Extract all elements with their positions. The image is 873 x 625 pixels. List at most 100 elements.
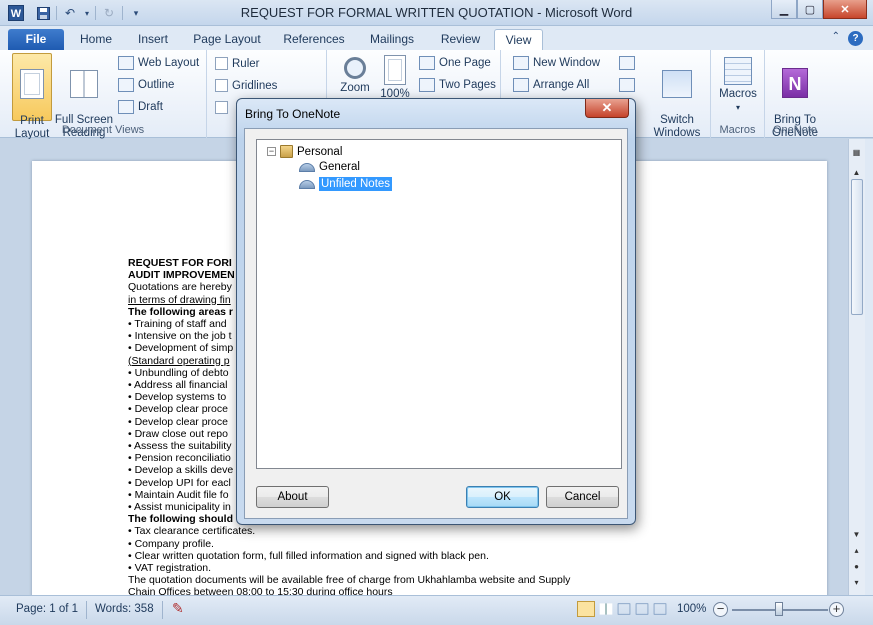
switch-windows-icon	[662, 70, 692, 98]
notebook-tree[interactable]: − Personal General Unfiled Notes	[256, 139, 622, 469]
one-page-icon	[419, 56, 435, 70]
browse-object-icon[interactable]: ●	[849, 559, 864, 574]
zoom-100-button[interactable]: 100%	[377, 53, 413, 101]
full-screen-reading-icon	[70, 70, 98, 98]
outline-icon	[118, 78, 134, 92]
window-controls: ▁ ▢ ✕	[771, 0, 867, 19]
ruler-toggle-icon[interactable]: ▦	[849, 145, 864, 160]
cancel-button[interactable]: Cancel	[546, 486, 619, 508]
zoom-label: Zoom	[340, 82, 370, 94]
document-line[interactable]: Chain Offices between 08:00 to 15:30 dur…	[128, 586, 628, 595]
proofing-icon[interactable]: ✎	[172, 600, 184, 617]
next-page-icon[interactable]: ▾	[849, 575, 864, 590]
zoom-out-icon[interactable]: −	[713, 602, 728, 617]
document-line[interactable]: • Clear written quotation form, full fil…	[128, 550, 628, 562]
tree-notebook-personal[interactable]: − Personal	[267, 145, 342, 158]
navigation-pane-checkbox-box	[215, 101, 228, 114]
zoom-button[interactable]: Zoom	[337, 53, 373, 95]
tab-mailings[interactable]: Mailings	[362, 29, 422, 50]
scroll-down-icon[interactable]: ▼	[849, 527, 864, 542]
ok-button[interactable]: OK	[466, 486, 539, 508]
one-page-button[interactable]: One Page	[419, 56, 491, 70]
tab-page-layout[interactable]: Page Layout	[188, 29, 266, 50]
gridlines-label: Gridlines	[232, 79, 278, 92]
one-page-label: One Page	[439, 57, 491, 69]
synchronous-scrolling-icon	[619, 78, 635, 92]
switch-windows-button[interactable]: Switch Windows	[646, 53, 708, 140]
outline-view-icon[interactable]	[635, 603, 649, 615]
two-pages-label: Two Pages	[439, 79, 496, 91]
notebook-icon	[280, 145, 293, 158]
tab-file[interactable]: File	[8, 29, 64, 50]
tab-insert[interactable]: Insert	[128, 29, 178, 50]
gridlines-checkbox[interactable]: Gridlines	[215, 79, 277, 92]
minimize-ribbon-icon[interactable]: ⌃	[832, 31, 840, 46]
group-label-document-views: Document Views	[61, 124, 145, 136]
zoom-level[interactable]: 100%	[677, 603, 706, 615]
tree-section-unfiled-notes[interactable]: Unfiled Notes	[299, 177, 393, 191]
group-label-macros: Macros	[719, 124, 756, 136]
collapse-icon[interactable]: −	[267, 147, 276, 156]
dialog-close-icon[interactable]: ✕	[585, 99, 629, 118]
draft-label: Draft	[138, 101, 163, 113]
view-side-by-side-icon	[619, 56, 635, 70]
previous-page-icon[interactable]: ▴	[849, 543, 864, 558]
macros-button[interactable]: Macros ▾	[717, 53, 759, 114]
two-pages-button[interactable]: Two Pages	[419, 78, 496, 92]
synchronous-scrolling-button[interactable]	[619, 78, 635, 92]
new-window-label: New Window	[533, 57, 601, 69]
document-line[interactable]: • Tax clearance certificates.	[128, 525, 628, 537]
new-window-button[interactable]: New Window	[513, 56, 600, 70]
zoom-in-icon[interactable]: +	[829, 602, 844, 617]
tab-home[interactable]: Home	[72, 29, 120, 50]
maximize-icon[interactable]: ▢	[797, 0, 823, 19]
tabs-right-controls: ⌃ ?	[832, 31, 863, 46]
section-icon	[299, 162, 315, 172]
print-layout-view-icon[interactable]	[577, 601, 595, 617]
draft-view-icon[interactable]	[653, 603, 667, 615]
status-bar: Page: 1 of 1 Words: 358 ✎ 100% − +	[0, 595, 873, 625]
print-layout-button[interactable]: Print Layout	[12, 53, 52, 140]
switch-windows-label: Switch Windows	[653, 114, 701, 139]
about-button[interactable]: About	[256, 486, 329, 508]
document-line[interactable]: • VAT registration.	[128, 562, 628, 574]
group-document-views: Print Layout Full Screen Reading Web Lay…	[0, 50, 207, 140]
vertical-scrollbar[interactable]: ▦ ▲ ▼ ▴ ● ▾	[848, 139, 865, 595]
zoom-slider-thumb[interactable]	[775, 602, 783, 616]
two-pages-icon	[419, 78, 435, 92]
scroll-up-icon[interactable]: ▲	[849, 165, 864, 180]
arrange-all-button[interactable]: Arrange All	[513, 78, 589, 92]
navigation-pane-checkbox[interactable]	[215, 101, 228, 114]
outline-button[interactable]: Outline	[118, 78, 174, 92]
document-line[interactable]: The quotation documents will be availabl…	[128, 574, 628, 586]
section-label-selected: Unfiled Notes	[319, 177, 393, 191]
tab-review[interactable]: Review	[433, 29, 488, 50]
notebook-label: Personal	[297, 145, 343, 158]
section-label: General	[319, 161, 360, 173]
section-icon	[299, 179, 315, 189]
close-icon[interactable]: ✕	[823, 0, 867, 19]
tab-references[interactable]: References	[277, 29, 351, 50]
tab-view[interactable]: View	[494, 29, 543, 50]
scroll-thumb[interactable]	[851, 179, 863, 315]
word-count[interactable]: Words: 358	[95, 603, 154, 615]
draft-button[interactable]: Draft	[118, 100, 163, 114]
view-side-by-side-button[interactable]	[619, 56, 635, 70]
arrange-all-icon	[513, 78, 529, 92]
web-layout-button[interactable]: Web Layout	[118, 56, 199, 70]
window-title: REQUEST FOR FORMAL WRITTEN QUOTATION - M…	[240, 5, 633, 20]
tree-section-general[interactable]: General	[299, 161, 360, 173]
group-onenote: N Bring To OneNote OneNote	[765, 50, 825, 139]
web-layout-view-icon[interactable]	[617, 603, 631, 615]
macros-label: Macros	[719, 88, 757, 100]
macros-dropdown-icon: ▾	[735, 103, 740, 112]
ruler-checkbox[interactable]: Ruler	[215, 57, 259, 70]
page-count[interactable]: Page: 1 of 1	[16, 603, 78, 615]
status-separator	[86, 601, 87, 619]
document-line[interactable]: • Company profile.	[128, 538, 628, 550]
help-icon[interactable]: ?	[848, 31, 863, 46]
ruler-label: Ruler	[232, 57, 260, 70]
minimize-icon[interactable]: ▁	[771, 0, 797, 19]
full-screen-view-icon[interactable]	[599, 603, 613, 615]
onenote-icon: N	[782, 68, 808, 98]
